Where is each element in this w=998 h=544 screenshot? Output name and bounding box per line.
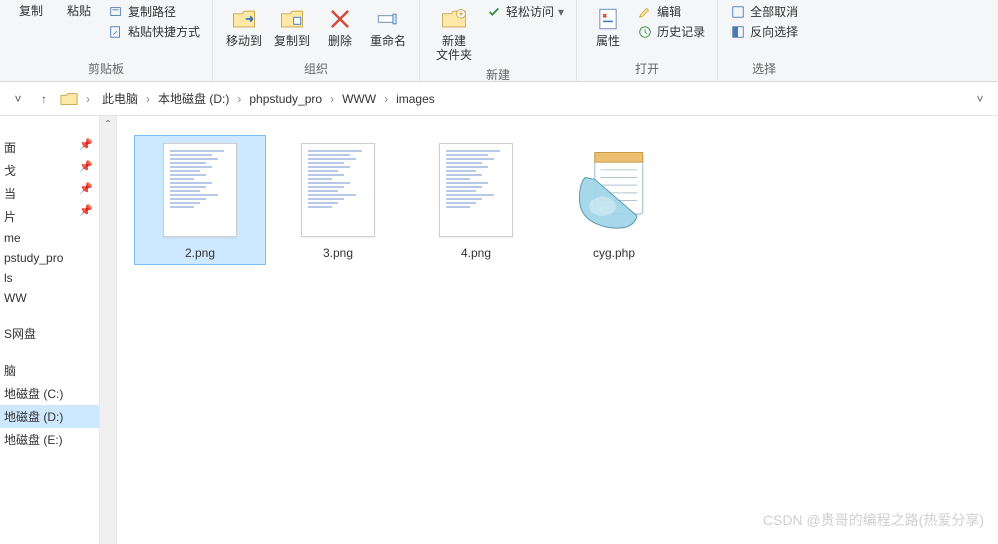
group-label-open: 打开 bbox=[635, 58, 659, 79]
invert-icon bbox=[730, 24, 746, 40]
file-list: 2.png 3.png 4.png cyg.php CSDN @贵哥的编程之路(热爱分享… bbox=[117, 116, 998, 544]
move-to-button[interactable]: 移动到 bbox=[221, 2, 267, 50]
rename-button[interactable]: 重命名 bbox=[365, 2, 411, 50]
breadcrumb-item[interactable]: images bbox=[392, 90, 439, 108]
group-label-clipboard: 剪贴板 bbox=[88, 58, 124, 79]
notepad-icon bbox=[564, 140, 664, 240]
file-item[interactable]: 3.png bbox=[273, 136, 403, 264]
sidebar-item[interactable]: 地磁盘 (D:) bbox=[0, 405, 99, 428]
ribbon-group-new: 新建文件夹 轻松访问 ▾ 新建 bbox=[420, 0, 577, 81]
sidebar-item[interactable]: S网盘 bbox=[0, 322, 99, 345]
file-label: 3.png bbox=[323, 246, 353, 260]
copy-to-icon bbox=[277, 4, 307, 34]
sidebar-item[interactable]: 脑 bbox=[0, 359, 99, 382]
group-label-organize: 组织 bbox=[304, 58, 328, 79]
check-icon bbox=[486, 4, 502, 20]
move-icon bbox=[229, 4, 259, 34]
chevron-right-icon: › bbox=[382, 92, 390, 106]
image-thumbnail bbox=[288, 140, 388, 240]
ribbon: 复制 粘贴 复制路径 粘贴快捷方式 剪贴板 bbox=[0, 0, 998, 82]
sidebar-item[interactable]: 地磁盘 (E:) bbox=[0, 428, 99, 451]
breadcrumb-item[interactable]: 此电脑 bbox=[98, 88, 142, 109]
ribbon-group-open: 属性 编辑 历史记录 打开 bbox=[577, 0, 718, 81]
address-dropdown-button[interactable]: ˅ bbox=[970, 92, 990, 106]
history-button[interactable]: 历史记录 bbox=[633, 22, 709, 41]
copy-button[interactable]: 复制 bbox=[8, 2, 54, 20]
pin-icon: 📌 bbox=[79, 182, 93, 195]
image-thumbnail bbox=[150, 140, 250, 240]
file-item[interactable]: 2.png bbox=[135, 136, 265, 264]
edit-button[interactable]: 编辑 bbox=[633, 2, 709, 21]
history-icon bbox=[637, 24, 653, 40]
sidebar-item[interactable]: me bbox=[0, 228, 99, 248]
chevron-right-icon: › bbox=[84, 92, 92, 106]
rename-icon bbox=[373, 4, 403, 34]
delete-button[interactable]: 删除 bbox=[317, 2, 363, 50]
new-folder-icon bbox=[439, 4, 469, 34]
copy-path-button[interactable]: 复制路径 bbox=[104, 2, 204, 21]
breadcrumb-item[interactable]: 本地磁盘 (D:) bbox=[154, 88, 233, 109]
nav-up-button[interactable]: ↑ bbox=[34, 89, 54, 109]
chevron-right-icon: › bbox=[144, 92, 152, 106]
shortcut-icon bbox=[108, 24, 124, 40]
pin-icon: 📌 bbox=[79, 138, 93, 151]
file-label: cyg.php bbox=[593, 246, 635, 260]
select-none-icon bbox=[730, 4, 746, 20]
delete-icon bbox=[325, 4, 355, 34]
new-folder-button[interactable]: 新建文件夹 bbox=[428, 2, 480, 64]
ribbon-group-clipboard: 复制 粘贴 复制路径 粘贴快捷方式 剪贴板 bbox=[0, 0, 213, 81]
folder-icon bbox=[60, 91, 78, 107]
paste-shortcut-button[interactable]: 粘贴快捷方式 bbox=[104, 22, 204, 41]
ribbon-group-organize: 移动到 复制到 删除 重命名 组织 bbox=[213, 0, 420, 81]
select-none-button[interactable]: 全部取消 bbox=[726, 2, 802, 21]
ribbon-group-select: 全部取消 反向选择 选择 bbox=[718, 0, 810, 81]
watermark: CSDN @贵哥的编程之路(热爱分享) bbox=[763, 510, 984, 530]
navpane-scrollbar[interactable]: ˆ bbox=[100, 116, 117, 544]
navigation-pane: 面📌戈📌当📌片📌mepstudy_prolsWWS网盘脑地磁盘 (C:)地磁盘 … bbox=[0, 116, 100, 544]
address-bar: ˅ ↑ › 此电脑›本地磁盘 (D:)›phpstudy_pro›WWW›ima… bbox=[0, 82, 998, 116]
pin-icon: 📌 bbox=[79, 204, 93, 217]
file-label: 2.png bbox=[185, 246, 215, 260]
group-label-select: 选择 bbox=[752, 58, 776, 79]
easy-access-button[interactable]: 轻松访问 ▾ bbox=[482, 2, 568, 21]
breadcrumb-item[interactable]: WWW bbox=[338, 90, 380, 108]
sidebar-item[interactable]: ls bbox=[0, 268, 99, 288]
group-label-new: 新建 bbox=[486, 64, 510, 85]
sidebar-item[interactable]: WW bbox=[0, 288, 99, 308]
chevron-right-icon: › bbox=[235, 92, 243, 106]
breadcrumb: 此电脑›本地磁盘 (D:)›phpstudy_pro›WWW›images bbox=[98, 88, 964, 109]
properties-button[interactable]: 属性 bbox=[585, 2, 631, 50]
file-item[interactable]: 4.png bbox=[411, 136, 541, 264]
invert-selection-button[interactable]: 反向选择 bbox=[726, 22, 802, 41]
copy-to-button[interactable]: 复制到 bbox=[269, 2, 315, 50]
scroll-up-icon: ˆ bbox=[100, 116, 116, 133]
properties-icon bbox=[593, 4, 623, 34]
file-label: 4.png bbox=[461, 246, 491, 260]
chevron-right-icon: › bbox=[328, 92, 336, 106]
breadcrumb-item[interactable]: phpstudy_pro bbox=[245, 90, 326, 108]
body: 面📌戈📌当📌片📌mepstudy_prolsWWS网盘脑地磁盘 (C:)地磁盘 … bbox=[0, 116, 998, 544]
edit-icon bbox=[637, 4, 653, 20]
chevron-down-icon: ▾ bbox=[558, 5, 564, 19]
nav-dropdown-button[interactable]: ˅ bbox=[8, 89, 28, 109]
pin-icon: 📌 bbox=[79, 160, 93, 173]
path-icon bbox=[108, 4, 124, 20]
file-item[interactable]: cyg.php bbox=[549, 136, 679, 264]
image-thumbnail bbox=[426, 140, 526, 240]
sidebar-item[interactable]: 地磁盘 (C:) bbox=[0, 382, 99, 405]
sidebar-item[interactable]: pstudy_pro bbox=[0, 248, 99, 268]
paste-button[interactable]: 粘贴 bbox=[56, 2, 102, 20]
